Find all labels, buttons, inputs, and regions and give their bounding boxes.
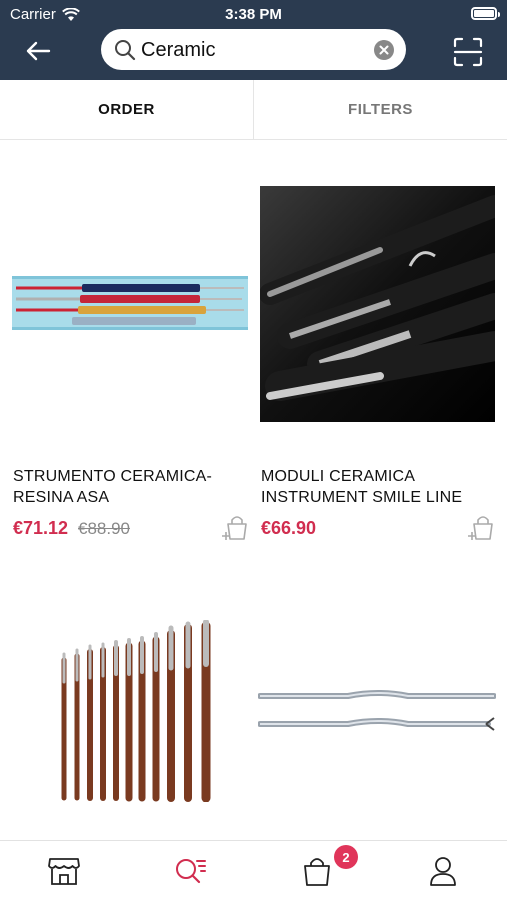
- user-icon: [430, 857, 456, 886]
- product-price: €71.12: [13, 518, 69, 538]
- battery-icon: [471, 7, 500, 20]
- add-to-cart-icon: [222, 516, 247, 540]
- search-list-icon: [176, 859, 206, 884]
- scan-button[interactable]: [452, 36, 484, 68]
- bottom-tab-bar: 2: [0, 840, 507, 900]
- product-image[interactable]: [58, 619, 218, 803]
- order-button[interactable]: ORDER: [0, 80, 254, 139]
- bag-icon: [304, 858, 330, 886]
- tab-store[interactable]: [44, 851, 84, 891]
- status-bar: Carrier 3:38 PM: [0, 0, 507, 28]
- product-old-price: €88.90: [78, 519, 130, 538]
- scan-icon: [453, 37, 483, 67]
- search-bar[interactable]: [101, 29, 406, 70]
- add-to-cart-button[interactable]: [466, 512, 496, 542]
- clear-icon: [379, 45, 389, 55]
- back-button[interactable]: [20, 36, 56, 66]
- product-image[interactable]: [259, 186, 507, 422]
- back-arrow-icon: [26, 41, 51, 61]
- search-icon: [115, 40, 136, 61]
- product-title[interactable]: MODULI CERAMICA INSTRUMENT SMILE LINE: [261, 466, 491, 508]
- product-image[interactable]: [12, 276, 248, 330]
- filters-button[interactable]: FILTERS: [254, 80, 507, 139]
- store-icon: [48, 858, 80, 885]
- product-title[interactable]: STRUMENTO CERAMICA-RESINA ASA: [13, 466, 243, 508]
- clock: 3:38 PM: [225, 6, 282, 23]
- tab-cart[interactable]: [297, 851, 337, 891]
- add-to-cart-button[interactable]: [220, 512, 250, 542]
- cart-badge: 2: [334, 845, 358, 869]
- product-price: €66.90: [261, 518, 317, 538]
- product-image[interactable]: [257, 684, 497, 736]
- search-input[interactable]: [141, 35, 366, 65]
- tab-account[interactable]: [423, 851, 463, 891]
- tab-search[interactable]: [170, 851, 210, 891]
- header: Carrier 3:38 PM: [0, 0, 507, 80]
- add-to-cart-icon: [468, 516, 493, 540]
- sort-filter-bar: ORDER FILTERS: [0, 80, 507, 140]
- clear-search-button[interactable]: [374, 40, 394, 60]
